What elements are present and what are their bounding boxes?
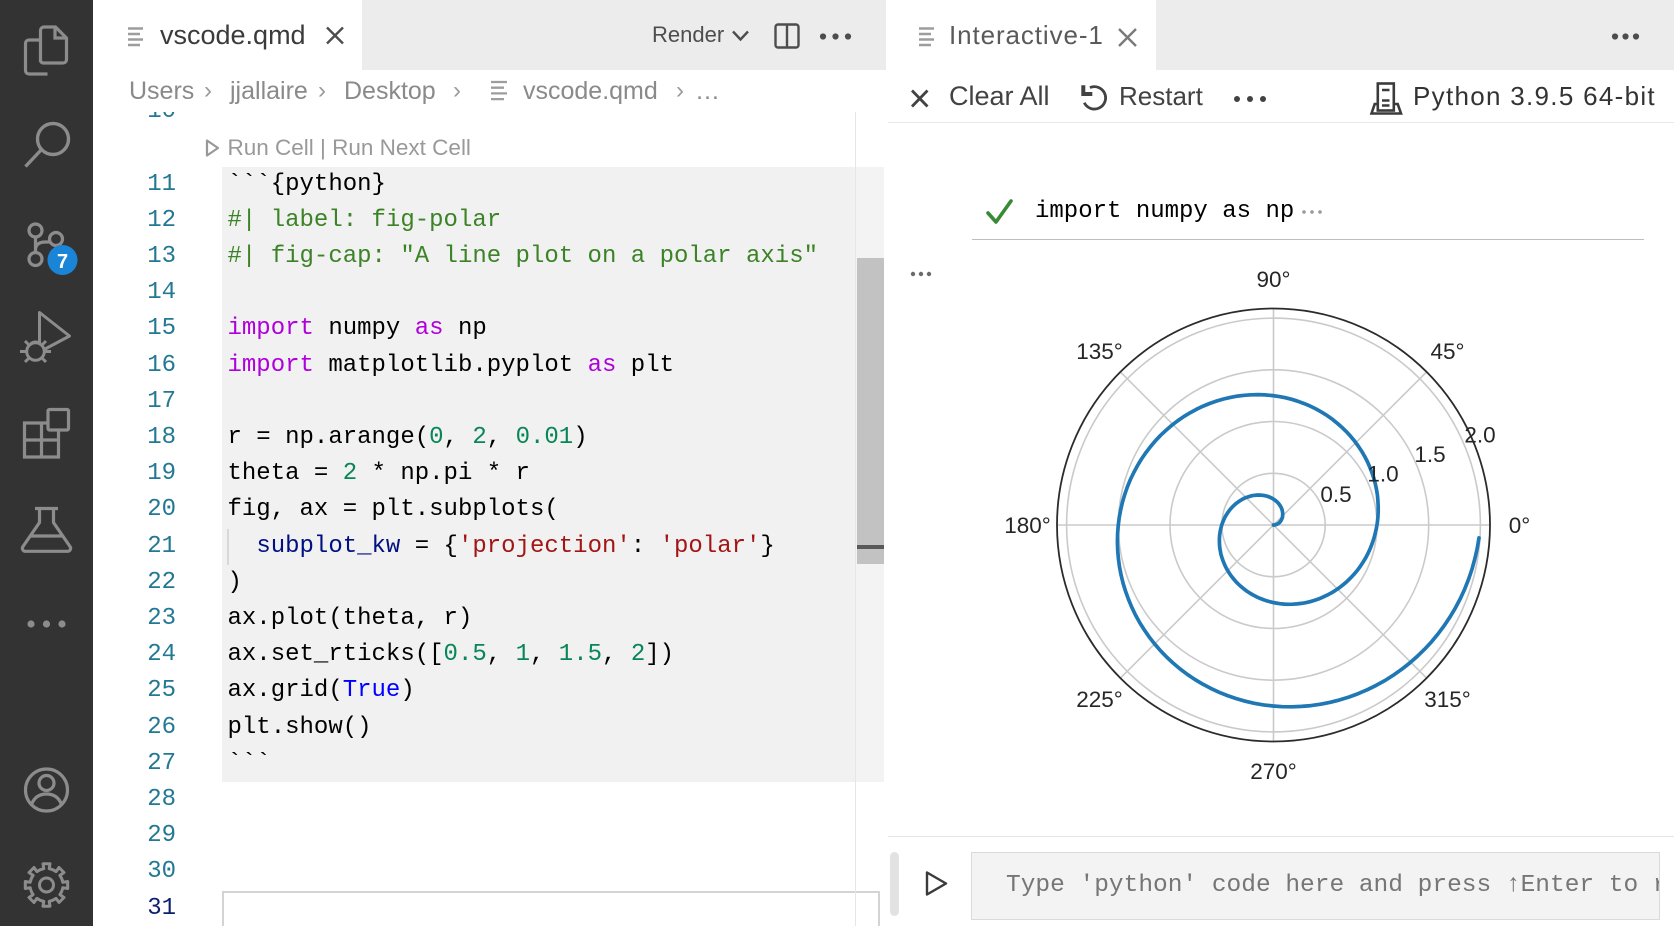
- svg-text:1.5: 1.5: [1414, 442, 1445, 467]
- svg-text:135°: 135°: [1076, 339, 1123, 364]
- svg-text:225°: 225°: [1076, 687, 1123, 712]
- svg-text:0°: 0°: [1509, 513, 1531, 538]
- svg-text:0.5: 0.5: [1320, 482, 1351, 507]
- svg-text:180°: 180°: [1004, 513, 1051, 538]
- svg-text:90°: 90°: [1256, 267, 1290, 292]
- svg-text:45°: 45°: [1430, 339, 1464, 364]
- svg-text:315°: 315°: [1424, 687, 1471, 712]
- svg-text:7: 7: [57, 251, 68, 273]
- svg-text:1.0: 1.0: [1367, 461, 1398, 486]
- svg-text:2.0: 2.0: [1464, 423, 1495, 448]
- svg-text:270°: 270°: [1250, 759, 1297, 784]
